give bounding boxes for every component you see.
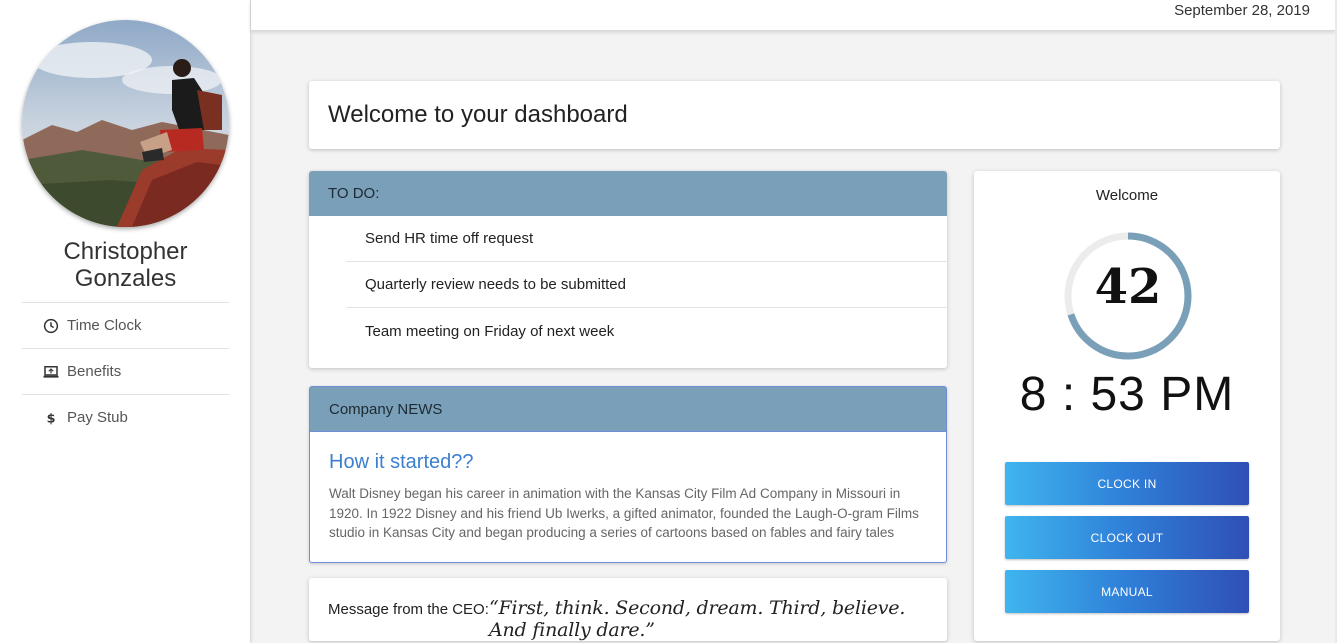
seconds-value: 42	[1094, 259, 1162, 315]
sidebar-item-label: Time Clock	[67, 317, 142, 334]
sidebar-nav: Time Clock Benefits $ Pay Stub	[22, 302, 229, 440]
ceo-label: Message from the CEO:	[328, 601, 489, 618]
news-body: Walt Disney began his career in animatio…	[329, 486, 919, 540]
sidebar-item-label: Benefits	[67, 363, 122, 380]
welcome-card: Welcome to your dashboard	[309, 81, 1280, 149]
top-bar: September 28, 2019	[251, 0, 1337, 30]
clock-welcome: Welcome	[1095, 187, 1159, 204]
ceo-quote: “First, think. Second, dream. Third, bel…	[489, 597, 906, 641]
manual-button[interactable]: MANUAL	[1005, 570, 1249, 613]
dollar-icon: $	[42, 409, 60, 427]
avatar	[22, 20, 229, 227]
sidebar-item-pay-stub[interactable]: $ Pay Stub	[22, 394, 229, 440]
todo-card: TO DO: Send HR time off request Quarterl…	[309, 171, 947, 368]
sidebar: Christopher Gonzales Time Clock Benefits…	[0, 0, 251, 643]
todo-item[interactable]: Send HR time off request	[346, 216, 947, 262]
clock-out-button[interactable]: CLOCK OUT	[1005, 516, 1249, 559]
news-heading: Company NEWS	[310, 387, 946, 432]
svg-text:$: $	[47, 411, 56, 426]
todo-item[interactable]: Team meeting on Friday of next week	[346, 308, 947, 354]
clock-icon	[42, 317, 60, 335]
news-title[interactable]: How it started??	[329, 451, 474, 474]
ceo-message-card: Message from the CEO: “First, think. Sec…	[309, 578, 947, 641]
page-title: Welcome to your dashboard	[328, 101, 628, 128]
user-name: Christopher Gonzales	[0, 238, 251, 292]
current-date: September 28, 2019	[1174, 2, 1310, 19]
todo-list: Send HR time off request Quarterly revie…	[346, 216, 947, 354]
laptop-icon	[42, 363, 60, 381]
sidebar-item-benefits[interactable]: Benefits	[22, 348, 229, 394]
time-clock-card: Welcome 42 8 : 53 PM CLOCK IN CLOCK OUT …	[974, 171, 1280, 641]
clock-in-button[interactable]: CLOCK IN	[1005, 462, 1249, 505]
user-first-name: Christopher	[63, 238, 188, 265]
current-time: 8 : 53 PM	[1019, 368, 1235, 421]
sidebar-item-label: Pay Stub	[67, 409, 128, 426]
sidebar-item-time-clock[interactable]: Time Clock	[22, 302, 229, 348]
todo-heading: TO DO:	[309, 171, 947, 216]
user-last-name: Gonzales	[74, 265, 177, 292]
todo-item[interactable]: Quarterly review needs to be submitted	[346, 262, 947, 308]
news-card: Company NEWS How it started?? Walt Disne…	[309, 386, 947, 563]
